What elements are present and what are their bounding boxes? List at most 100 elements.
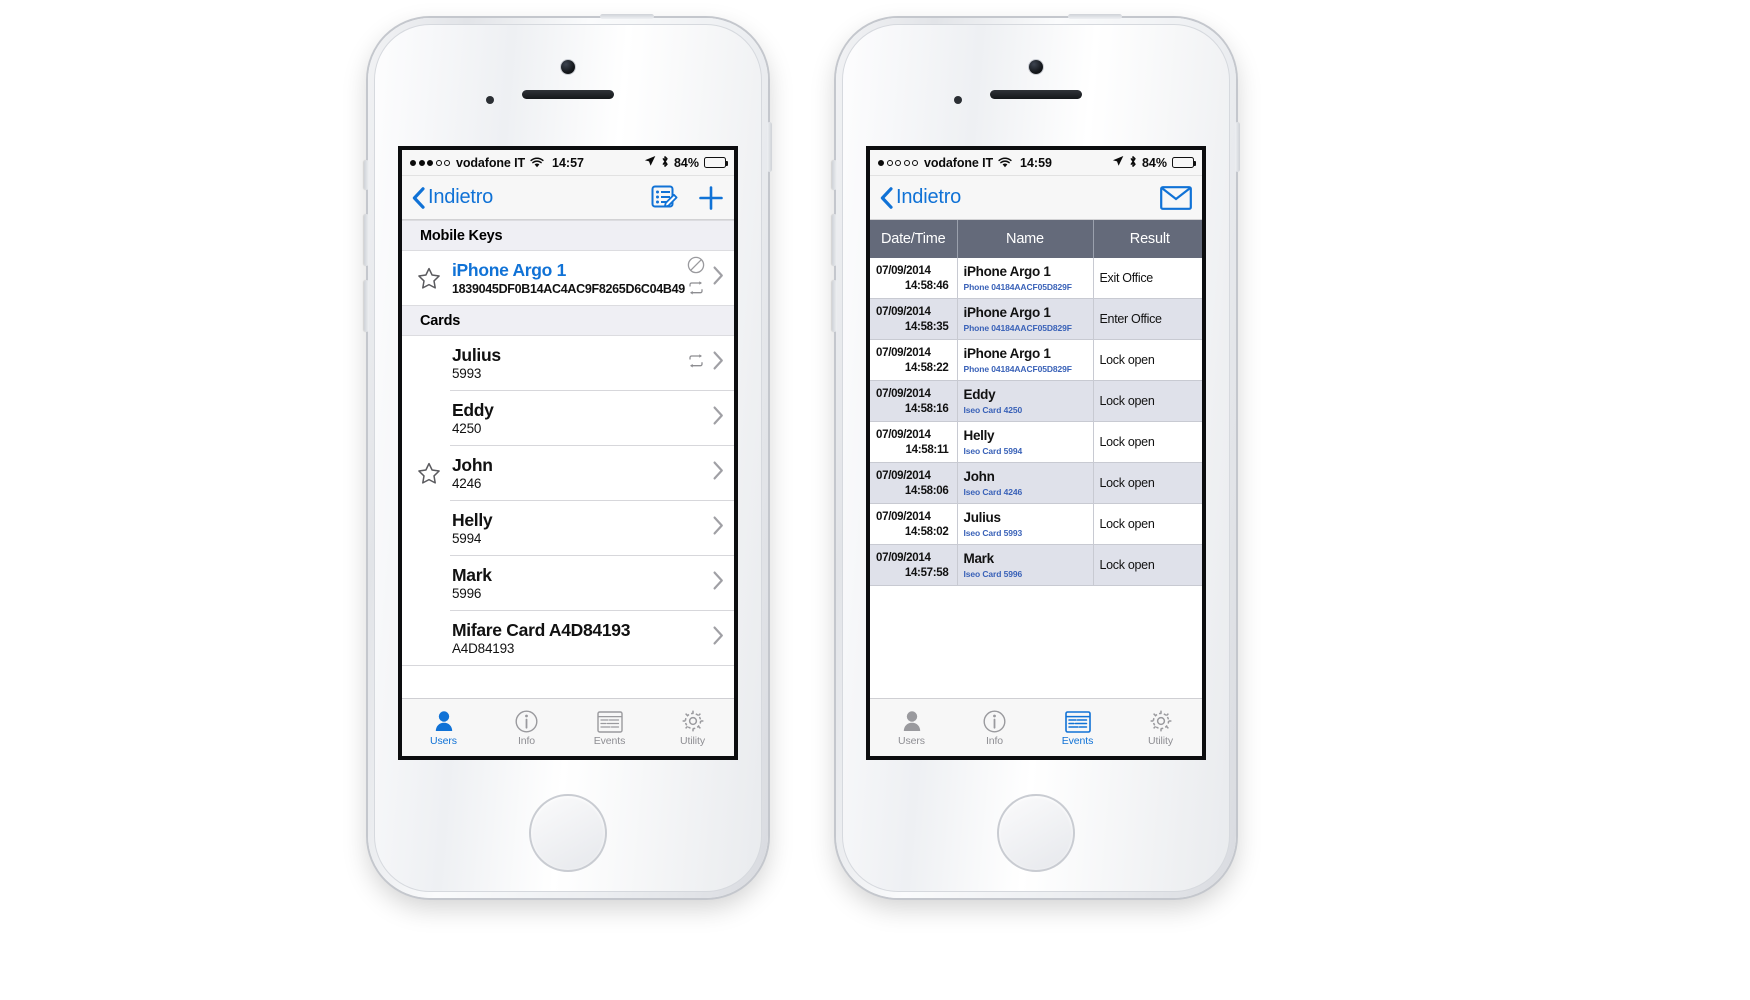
list-item-card[interactable]: Eddy 4250 (402, 391, 734, 445)
table-row[interactable]: 07/09/2014 14:58:46 iPhone Argo 1 Phone … (870, 258, 1202, 299)
tab-users[interactable]: Users (870, 699, 953, 756)
event-result: Lock open (1099, 394, 1155, 408)
signal-strength-icon (410, 159, 450, 166)
cell-datetime: 07/09/2014 14:58:06 (870, 462, 958, 504)
earpiece-speaker (522, 90, 614, 99)
gear-icon (1149, 709, 1173, 733)
table-row[interactable]: 07/09/2014 14:58:16 Eddy Iseo Card 4250 … (870, 380, 1202, 422)
event-name: John (963, 469, 995, 484)
volume-down-button[interactable] (364, 280, 369, 332)
iphone-device-right: vodafone IT 14:59 84% Indietro Date/Time… (832, 14, 1240, 898)
tab-users[interactable]: Users (402, 699, 485, 756)
battery-icon (1172, 157, 1197, 168)
favorite-star-icon[interactable] (408, 462, 450, 485)
event-time: 14:58:46 (904, 279, 949, 292)
cell-name: Julius Iseo Card 5993 (957, 503, 1094, 545)
screen-right: vodafone IT 14:59 84% Indietro Date/Time… (866, 146, 1206, 760)
column-header-name[interactable]: Name (957, 220, 1094, 258)
cell-datetime: 07/09/2014 14:58:02 (870, 503, 958, 545)
info-icon (515, 709, 538, 733)
power-button[interactable] (1068, 14, 1122, 19)
event-result: Lock open (1099, 435, 1155, 449)
tab-events[interactable]: Events (1036, 699, 1119, 756)
sim-tray (767, 122, 772, 172)
power-button[interactable] (600, 14, 654, 19)
no-entry-icon (687, 256, 705, 279)
envelope-icon[interactable] (1160, 185, 1192, 210)
tab-info[interactable]: Info (485, 699, 568, 756)
back-button[interactable]: Indietro (412, 186, 493, 209)
favorite-star-icon[interactable] (408, 267, 450, 290)
list-item-card[interactable]: Mark 5996 (402, 556, 734, 610)
volume-down-button[interactable] (832, 280, 837, 332)
front-camera-icon (1029, 60, 1043, 74)
event-credential: Phone 04184AACF05D829F (963, 282, 1072, 292)
event-credential: Iseo Card 4250 (963, 405, 1023, 415)
cell-result: Lock open (1093, 339, 1202, 381)
table-row[interactable]: 07/09/2014 14:58:35 iPhone Argo 1 Phone … (870, 298, 1202, 340)
table-row[interactable]: 07/09/2014 14:58:11 Helly Iseo Card 5994… (870, 421, 1202, 463)
plus-icon[interactable] (698, 185, 724, 211)
tab-label: Utility (680, 734, 705, 747)
proximity-sensor-icon (486, 96, 494, 104)
cell-datetime: 07/09/2014 14:58:22 (870, 339, 958, 381)
cell-datetime: 07/09/2014 14:58:46 (870, 258, 958, 299)
cell-result: Lock open (1093, 462, 1202, 504)
row-divider (402, 665, 734, 666)
tab-utility[interactable]: Utility (1119, 699, 1202, 756)
list-item-subtitle: 4250 (452, 421, 482, 437)
chevron-left-icon (880, 186, 893, 209)
cell-name: Helly Iseo Card 5994 (957, 421, 1094, 463)
cell-name: Eddy Iseo Card 4250 (957, 380, 1094, 422)
section-header-mobile-keys: Mobile Keys (402, 220, 734, 251)
volume-up-button[interactable] (832, 214, 837, 266)
front-camera-icon (561, 60, 575, 74)
table-row[interactable]: 07/09/2014 14:58:02 Julius Iseo Card 599… (870, 503, 1202, 545)
list-item-mobile-key[interactable]: iPhone Argo 1 1839045DF0B14AC4AC9F8265D6… (402, 251, 734, 305)
chevron-right-icon (713, 626, 724, 650)
list-item-card[interactable]: Helly 5994 (402, 501, 734, 555)
table-row[interactable]: 07/09/2014 14:58:06 John Iseo Card 4246 … (870, 462, 1202, 504)
event-name: iPhone Argo 1 (963, 346, 1051, 361)
tab-utility[interactable]: Utility (651, 699, 734, 756)
chevron-right-icon (713, 516, 724, 540)
cell-name: John Iseo Card 4246 (957, 462, 1094, 504)
info-icon (983, 709, 1006, 733)
signal-strength-icon (878, 159, 918, 166)
event-date: 07/09/2014 (876, 510, 931, 523)
cell-result: Enter Office (1093, 298, 1202, 340)
edit-list-icon[interactable] (651, 185, 678, 211)
nav-bar-left: Indietro (402, 176, 734, 220)
event-time: 14:58:16 (904, 402, 949, 415)
battery-icon (704, 157, 729, 168)
cell-result: Lock open (1093, 544, 1202, 586)
list-item-title: Mark (452, 564, 492, 585)
back-button[interactable]: Indietro (880, 186, 961, 209)
battery-percent-label: 84% (673, 155, 699, 170)
event-result: Lock open (1099, 558, 1155, 572)
cell-name: iPhone Argo 1 Phone 04184AACF05D829F (957, 298, 1094, 340)
table-row[interactable]: 07/09/2014 14:57:58 Mark Iseo Card 5996 … (870, 544, 1202, 586)
tab-label: Info (517, 734, 536, 747)
event-time: 14:58:02 (904, 525, 949, 538)
list-item-card[interactable]: Julius 5993 (402, 336, 734, 390)
table-row[interactable]: 07/09/2014 14:58:22 iPhone Argo 1 Phone … (870, 339, 1202, 381)
event-credential: Iseo Card 5994 (963, 446, 1023, 456)
home-button[interactable] (529, 794, 607, 872)
mute-switch[interactable] (364, 160, 369, 190)
tab-info[interactable]: Info (953, 699, 1036, 756)
list-item-subtitle: 4246 (452, 476, 482, 492)
event-result: Lock open (1099, 476, 1155, 490)
battery-percent-label: 84% (1141, 155, 1167, 170)
mute-switch[interactable] (832, 160, 837, 190)
home-button[interactable] (997, 794, 1075, 872)
event-date: 07/09/2014 (876, 469, 931, 482)
tab-events[interactable]: Events (568, 699, 651, 756)
cell-datetime: 07/09/2014 14:58:11 (870, 421, 958, 463)
list-item-card[interactable]: John 4246 (402, 446, 734, 500)
volume-up-button[interactable] (364, 214, 369, 266)
event-credential: Phone 04184AACF05D829F (963, 364, 1072, 374)
list-item-card[interactable]: Mifare Card A4D84193 A4D84193 (402, 611, 734, 665)
column-header-datetime[interactable]: Date/Time (870, 220, 958, 258)
column-header-result[interactable]: Result (1093, 220, 1202, 258)
